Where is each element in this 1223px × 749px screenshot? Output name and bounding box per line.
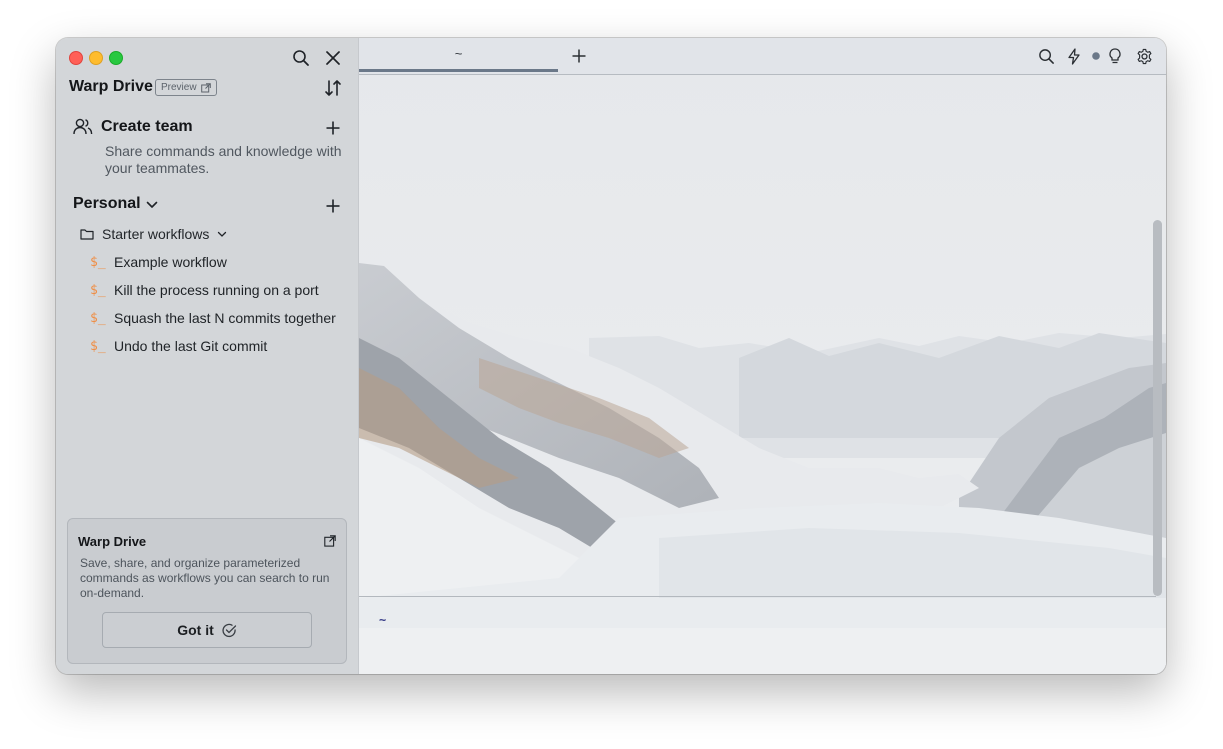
preview-badge[interactable]: Preview xyxy=(155,79,217,96)
new-tab-button[interactable] xyxy=(569,46,589,66)
create-team-description: Share commands and knowledge with your t… xyxy=(105,143,342,176)
external-link-icon xyxy=(200,82,211,92)
got-it-label: Got it xyxy=(177,622,214,638)
workflow-label: Squash the last N commits together xyxy=(114,310,336,326)
add-team-button[interactable] xyxy=(323,118,343,138)
external-link-icon[interactable] xyxy=(322,533,338,549)
maximize-window-button[interactable] xyxy=(109,51,123,65)
team-icon xyxy=(73,118,93,141)
workflow-item[interactable]: $_ Example workflow xyxy=(90,254,227,270)
create-team-label[interactable]: Create team xyxy=(101,118,193,136)
search-icon[interactable] xyxy=(291,48,311,68)
workflow-item[interactable]: $_ Undo the last Git commit xyxy=(90,338,267,354)
workflow-item[interactable]: $_ Squash the last N commits together xyxy=(90,310,336,326)
check-circle-icon xyxy=(222,623,236,637)
mountain-background xyxy=(359,38,1166,674)
warp-window: Warp Drive Preview Create team Share com… xyxy=(56,38,1166,674)
workflow-label: Kill the process running on a port xyxy=(114,282,319,298)
tab-bar: ~ xyxy=(359,38,1166,75)
workflow-icon: $_ xyxy=(90,254,106,270)
status-dot-icon xyxy=(1092,52,1100,60)
minimize-window-button[interactable] xyxy=(89,51,103,65)
preview-badge-label: Preview xyxy=(161,82,197,93)
plus-icon xyxy=(572,49,586,63)
gear-icon[interactable] xyxy=(1134,46,1154,66)
sidebar-title: Warp Drive xyxy=(69,78,153,95)
workflow-icon: $_ xyxy=(90,310,106,326)
terminal-pane[interactable]: ~ ~ xyxy=(359,38,1166,674)
folder-label: Starter workflows xyxy=(102,226,210,242)
bolt-icon[interactable] xyxy=(1064,46,1084,66)
plus-icon xyxy=(326,199,340,213)
chevron-down-icon[interactable] xyxy=(144,197,160,213)
warp-drive-info-card: Warp Drive Save, share, and organize par… xyxy=(67,518,347,664)
add-personal-item-button[interactable] xyxy=(323,196,343,216)
info-card-title: Warp Drive xyxy=(78,534,147,549)
got-it-button[interactable]: Got it xyxy=(102,612,312,648)
terminal-prompt[interactable]: ~ xyxy=(379,613,386,627)
warp-drive-sidebar: Warp Drive Preview Create team Share com… xyxy=(56,38,359,674)
chevron-down-icon xyxy=(218,231,227,237)
close-icon[interactable] xyxy=(323,48,343,68)
workflow-icon: $_ xyxy=(90,338,106,354)
scrollbar[interactable] xyxy=(1153,220,1162,596)
close-window-button[interactable] xyxy=(69,51,83,65)
lightbulb-icon[interactable] xyxy=(1105,46,1125,66)
input-divider xyxy=(359,596,1156,597)
tab-home[interactable]: ~ xyxy=(359,38,558,72)
personal-section-label[interactable]: Personal xyxy=(73,195,141,213)
workflow-item[interactable]: $_ Kill the process running on a port xyxy=(90,282,319,298)
folder-starter-workflows[interactable]: Starter workflows xyxy=(80,226,227,242)
info-card-description: Save, share, and organize parameterized … xyxy=(80,556,330,600)
workflow-label: Example workflow xyxy=(114,254,227,270)
folder-icon xyxy=(80,229,94,240)
tab-label: ~ xyxy=(454,46,463,61)
workflow-icon: $_ xyxy=(90,282,106,298)
workflow-label: Undo the last Git commit xyxy=(114,338,268,354)
search-icon[interactable] xyxy=(1036,46,1056,66)
sort-icon[interactable] xyxy=(322,77,344,99)
plus-icon xyxy=(326,121,340,135)
